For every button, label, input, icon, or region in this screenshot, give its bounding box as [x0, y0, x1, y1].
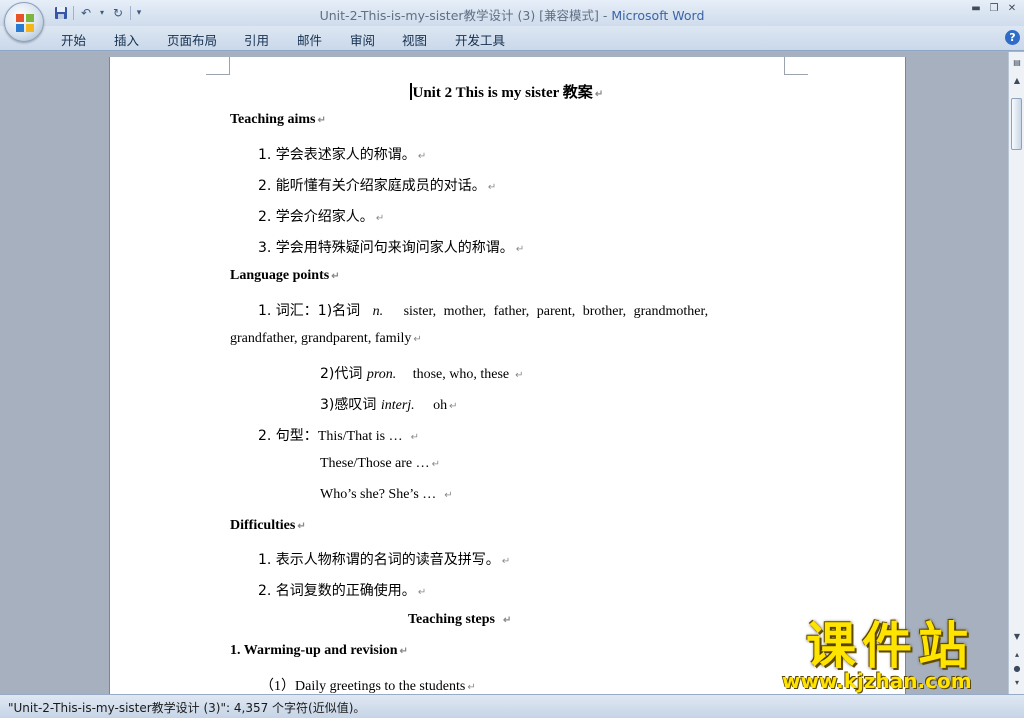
window-controls: ▬ ❐ ✕	[968, 2, 1020, 16]
title-bar: ↶ ▾ ↻ ▾ Unit-2-This-is-my-sister教学设计 (3)…	[0, 0, 1024, 26]
next-page-icon[interactable]: ▾	[1010, 676, 1024, 690]
margin-corner-mark	[206, 57, 230, 75]
document-title-text: Unit-2-This-is-my-sister教学设计 (3) [兼容模式] …	[319, 8, 612, 23]
greeting-line: （1）Daily greetings to the students ↵	[260, 679, 476, 694]
select-browse-object-icon[interactable]: ●	[1010, 662, 1024, 676]
document-page[interactable]: Unit 2 This is my sister 教案 ↵ Teaching ai…	[110, 57, 905, 694]
heading-teaching-aims: Teaching aims ↵	[230, 112, 326, 127]
tab-page-layout[interactable]: 页面布局	[167, 30, 217, 49]
tab-insert[interactable]: 插入	[114, 30, 139, 49]
aim-item: 2. 能听懂有关介绍家庭成员的对话。 ↵	[258, 178, 497, 194]
watermark-title: 课件站	[806, 617, 974, 675]
ruler-toggle-icon[interactable]: ▤	[1010, 56, 1024, 70]
sentence-line: Who’s she? She’s … ↵	[320, 487, 453, 502]
watermark: 课件站 www.kjzhan.com	[772, 616, 1008, 694]
tab-references[interactable]: 引用	[244, 30, 269, 49]
heading-teaching-steps: Teaching steps ↵	[408, 612, 512, 627]
tab-mailings[interactable]: 邮件	[297, 30, 322, 49]
heading-warming-up: 1. Warming-up and revision ↵	[230, 643, 408, 658]
minimize-icon[interactable]: ▬	[968, 2, 984, 16]
heading-difficulties: Difficulties ↵	[230, 518, 306, 533]
pron-line: 2)代词 pron. those, who, these ↵	[320, 366, 524, 382]
tab-developer[interactable]: 开发工具	[455, 30, 505, 49]
previous-page-icon[interactable]: ▴	[1010, 648, 1024, 662]
scroll-down-icon[interactable]: ▼	[1010, 630, 1024, 644]
office-button[interactable]	[4, 2, 44, 42]
text-cursor	[410, 83, 412, 100]
aim-item: 2. 学会介绍家人。 ↵	[258, 209, 385, 225]
help-icon[interactable]: ?	[1005, 30, 1020, 45]
window-title: Unit-2-This-is-my-sister教学设计 (3) [兼容模式] …	[0, 5, 1024, 24]
status-bar: "Unit-2-This-is-my-sister教学设计 (3)": 4,35…	[0, 694, 1024, 718]
status-text: "Unit-2-This-is-my-sister教学设计 (3)": 4,35…	[8, 701, 366, 715]
document-title: Unit 2 This is my sister 教案 ↵	[410, 81, 603, 102]
scroll-up-icon[interactable]: ▲	[1010, 74, 1024, 88]
tab-review[interactable]: 审阅	[350, 30, 375, 49]
difficulty-item: 2. 名词复数的正确使用。 ↵	[258, 583, 427, 599]
document-workspace: Unit 2 This is my sister 教案 ↵ Teaching ai…	[0, 52, 1008, 694]
heading-language-points: Language points ↵	[230, 268, 340, 283]
sentence-line: 2. 句型：This/That is … ↵	[258, 428, 419, 444]
aim-item: 1. 学会表述家人的称谓。 ↵	[258, 147, 427, 163]
difficulty-item: 1. 表示人物称谓的名词的读音及拼写。 ↵	[258, 552, 511, 568]
vocab-line: 1. 词汇：1)名词 n. sister, mother, father, pa…	[258, 303, 709, 319]
scrollbar-thumb[interactable]	[1011, 98, 1022, 150]
tab-home[interactable]: 开始	[61, 30, 86, 49]
ribbon-tab-bar: 开始 插入 页面布局 引用 邮件 审阅 视图 开发工具 ?	[0, 26, 1024, 51]
close-icon[interactable]: ✕	[1004, 2, 1020, 16]
vocab-line-cont: grandfather, grandparent, family ↵	[230, 331, 422, 346]
sentence-line: These/Those are … ↵	[320, 456, 441, 471]
office-logo-icon	[16, 14, 34, 32]
restore-icon[interactable]: ❐	[986, 2, 1002, 16]
watermark-url: www.kjzhan.com	[782, 669, 972, 693]
margin-corner-mark	[784, 57, 808, 75]
aim-item: 3. 学会用特殊疑问句来询问家人的称谓。 ↵	[258, 240, 525, 256]
vertical-scrollbar[interactable]: ▤ ▲ ▼ ▴ ● ▾	[1008, 52, 1024, 694]
tab-view[interactable]: 视图	[402, 30, 427, 49]
app-name: Microsoft Word	[611, 8, 705, 23]
interj-line: 3)感叹词 interj. oh ↵	[320, 397, 458, 413]
